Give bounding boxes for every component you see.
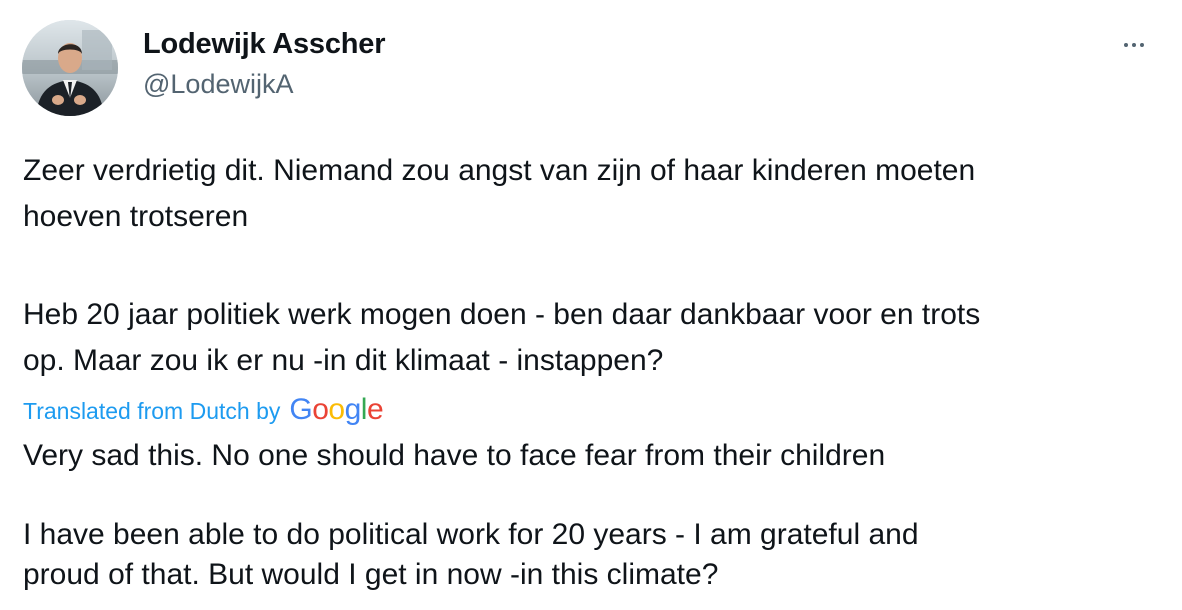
- tweet-text-line: Zeer verdrietig dit. Niemand zou angst v…: [23, 154, 976, 187]
- translated-text-line: proud of that. But would I get in now -i…: [23, 558, 719, 591]
- author-name[interactable]: Lodewijk Asscher: [143, 28, 386, 61]
- person-avatar-icon: [22, 20, 118, 116]
- tweet-card: Lodewijk Asscher @LodewijkA Zeer verdrie…: [0, 0, 1182, 610]
- tweet-text-line: op. Maar zou ik er nu -in dit klimaat - …: [23, 344, 664, 377]
- translated-text-line: Very sad this. No one should have to fac…: [23, 439, 886, 472]
- author-avatar[interactable]: [22, 20, 118, 116]
- more-options-button[interactable]: [1116, 30, 1152, 60]
- translated-text-line: I have been able to do political work fo…: [23, 518, 919, 551]
- more-horizontal-icon: [1140, 43, 1144, 47]
- author-handle[interactable]: @LodewijkA: [143, 69, 293, 100]
- original-paragraph: Zeer verdrietig dit. Niemand zou angst v…: [23, 148, 975, 240]
- translation-notice: Translated from Dutch by: [23, 398, 281, 424]
- more-horizontal-icon: [1124, 43, 1128, 47]
- google-logo: Google: [289, 393, 384, 426]
- tweet-text-line: Heb 20 jaar politiek werk mogen doen - b…: [23, 298, 981, 331]
- original-paragraph: Heb 20 jaar politiek werk mogen doen - b…: [23, 292, 980, 384]
- tweet-text-line: hoeven trotseren: [23, 200, 249, 233]
- translation-attribution[interactable]: Translated from Dutch by Google: [23, 393, 384, 427]
- translated-paragraph: I have been able to do political work fo…: [23, 515, 919, 595]
- translated-paragraph: Very sad this. No one should have to fac…: [23, 434, 885, 478]
- more-horizontal-icon: [1132, 43, 1136, 47]
